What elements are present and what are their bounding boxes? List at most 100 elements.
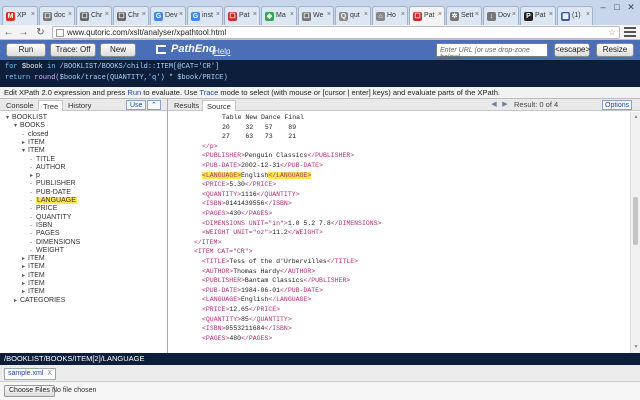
vertical-scrollbar[interactable]: ▲ ▼ (630, 112, 640, 353)
close-tab-icon[interactable]: × (179, 11, 183, 18)
escape-button[interactable]: <escape> (554, 43, 590, 57)
xml-tag: <AUTHOR> (202, 267, 234, 275)
browser-tab-label: XP (17, 12, 27, 19)
xml-text: 11.2 (272, 229, 288, 237)
help-link[interactable]: Help (214, 47, 230, 56)
qutoric-icon: ☐ (413, 12, 422, 21)
scrollbar-thumb[interactable] (633, 197, 638, 245)
back-icon[interactable]: ← (2, 26, 15, 39)
tab-tree[interactable]: Tree (38, 100, 64, 111)
source-line: Table New Dance Final (222, 113, 304, 123)
new-button[interactable]: New (100, 43, 136, 57)
close-tab-icon[interactable]: × (253, 11, 257, 18)
tab-results[interactable]: Results (170, 100, 203, 111)
tab-source[interactable]: Source (202, 100, 236, 111)
xml-tag: </LANGUAGE> (268, 296, 312, 304)
search-icon: Q (339, 12, 348, 21)
app-toolbar: Run Trace: Off New PathEnq Help Enter UR… (0, 40, 640, 61)
source-line: <QUANTITY>1116</QUANTITY> (202, 190, 300, 200)
close-tab-icon[interactable]: × (438, 11, 442, 18)
close-tab-icon[interactable]: × (512, 11, 516, 18)
browser-tab[interactable]: ⌂ Ho × (372, 6, 408, 25)
close-tab-icon[interactable]: × (290, 11, 294, 18)
browser-tab[interactable]: ☐ Chr × (76, 6, 112, 25)
trace-toggle-button[interactable]: Trace: Off (50, 43, 96, 57)
close-tab-icon[interactable]: × (586, 11, 590, 18)
run-button[interactable]: Run (6, 43, 46, 57)
source-line: <DIMENSIONS UNIT="in">1.0 5.2 7.8</DIMEN… (202, 219, 381, 229)
close-tab-icon[interactable]: × (31, 11, 35, 18)
xml-tag: <PUBLISHER> (202, 152, 245, 160)
browser-tab[interactable]: Qqut × (335, 6, 371, 25)
browser-tab[interactable]: M XP × (2, 6, 38, 25)
tree-node-label: PUB-DATE (36, 188, 71, 196)
xml-text: 27 63 73 21 (222, 133, 297, 141)
tab-console[interactable]: Console (2, 100, 38, 111)
browser-tab[interactable]: ▦ (1) × (557, 6, 593, 25)
resize-button[interactable]: Resize (596, 43, 634, 57)
xml-tag: </PRICE> (244, 181, 277, 189)
browser-tab[interactable]: G Dev × (150, 6, 186, 25)
close-tab-icon[interactable]: × (364, 11, 368, 18)
close-tab-icon[interactable]: × (142, 11, 146, 18)
forward-icon[interactable]: → (17, 26, 30, 39)
browser-tab[interactable]: ☐ Chr × (113, 6, 149, 25)
xml-tag: <PRICE> (202, 181, 230, 189)
browser-tab[interactable]: P Pat × (520, 6, 556, 25)
browser-menu-icon[interactable] (624, 27, 636, 38)
browser-tab[interactable]: ↓ Dov × (483, 6, 519, 25)
url-entry-field[interactable]: Enter URL (or use drop-zone below) (436, 43, 548, 61)
prev-result-icon[interactable]: ◀ (490, 100, 498, 110)
close-tab-icon[interactable]: × (105, 11, 109, 18)
xml-text: Penguin Classics (244, 152, 308, 160)
close-tab-icon[interactable]: × (401, 11, 405, 18)
close-tab-icon[interactable]: × (327, 11, 331, 18)
tab-history[interactable]: History (64, 100, 95, 111)
browser-tab-label: We (313, 12, 324, 19)
maximize-icon[interactable]: □ (610, 2, 624, 13)
browser-tab[interactable]: ☐ doc × (39, 6, 75, 25)
close-tab-icon[interactable]: × (475, 11, 479, 18)
file-tab[interactable]: sample.xml X (4, 368, 57, 380)
xpath-editor[interactable]: for $book in /BOOKLIST/BOOKS/child::ITEM… (0, 60, 640, 87)
file-tabs: sample.xml X (0, 365, 640, 382)
browser-tab-label: (1) (572, 12, 581, 19)
browser-tab-label: Sett (461, 12, 474, 19)
collapse-icon[interactable]: ⌃ (147, 100, 161, 110)
tree-node-label: ITEM (28, 255, 45, 263)
browser-toolbar: ← → ↻ www.qutoric.com/xslt/analyser/xpat… (0, 25, 640, 40)
bookmark-star-icon[interactable]: ☆ (608, 27, 616, 38)
browser-tab[interactable]: ☐ Pat × (409, 6, 445, 25)
browser-tab-label: Ma (276, 12, 286, 19)
browser-tab[interactable]: ◈ Ma × (261, 6, 297, 25)
close-tab-icon[interactable]: × (216, 11, 220, 18)
minimize-icon[interactable]: – (596, 2, 610, 13)
scroll-up-icon[interactable]: ▲ (632, 113, 640, 121)
xml-text: 1.0 5.2 7.8 (287, 219, 331, 227)
browser-tab[interactable]: ✲ Sett × (446, 6, 482, 25)
browser-tab[interactable]: ☐ We × (298, 6, 334, 25)
source-line: <ISBN>0553211684</ISBN> (202, 324, 292, 334)
use-button[interactable]: Use (126, 100, 147, 110)
choose-files-button[interactable]: Choose Files (4, 385, 55, 397)
xpath-token: * (164, 74, 178, 82)
reload-icon[interactable]: ↻ (34, 26, 47, 39)
tree-node-label: p (36, 172, 40, 180)
close-file-icon[interactable]: X (47, 370, 52, 377)
close-tab-icon[interactable]: × (68, 11, 72, 18)
close-tab-icon[interactable]: × (549, 11, 553, 18)
doc-icon: ☐ (43, 12, 52, 21)
next-result-icon[interactable]: ▶ (501, 100, 509, 110)
xml-tag: </ISBN> (264, 200, 292, 208)
source-line: <WEIGHT UNIT="oz">11.2</WEIGHT> (202, 228, 323, 238)
close-window-icon[interactable]: ✕ (624, 2, 638, 13)
browser-tab-label: Pat (239, 12, 250, 19)
options-button[interactable]: Options (602, 100, 633, 110)
address-bar[interactable]: www.qutoric.com/xslt/analyser/xpathtool.… (52, 26, 620, 39)
xml-source-view[interactable]: Table New Dance Final 20 32 57 89 27 63 73… (168, 112, 630, 353)
tree-node[interactable]: ▸ CATEGORIES (14, 296, 65, 305)
browser-tab[interactable]: ☐ Pat × (224, 6, 260, 25)
scroll-down-icon[interactable]: ▼ (632, 343, 640, 351)
xml-tag: <ITEM CAT="CR"> (194, 248, 253, 256)
browser-tab[interactable]: Ginst × (187, 6, 223, 25)
